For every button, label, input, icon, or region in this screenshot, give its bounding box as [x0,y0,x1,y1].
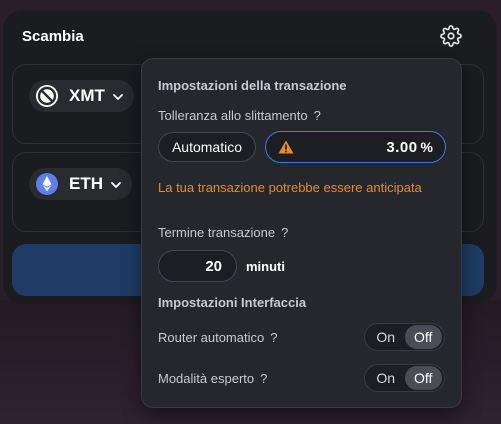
chevron-down-icon [110,178,122,190]
auto-router-toggle[interactable]: On Off [364,323,445,351]
expert-mode-row: Modalità esperto ? [158,371,267,386]
deadline-row: Termine transazione ? [158,225,288,240]
slippage-label: Tolleranza allo slittamento [158,108,308,123]
auto-router-label: Router automatico [158,330,265,345]
expert-mode-help-icon[interactable]: ? [260,371,267,386]
slippage-value: 3.00 [386,138,418,156]
slippage-unit: % [420,139,433,155]
deadline-input[interactable]: 20 [158,250,237,282]
transaction-settings-panel: Impostazioni della transazione Tolleranz… [141,58,462,408]
auto-router-row: Router automatico ? [158,330,277,345]
warning-triangle-icon [278,140,294,154]
slippage-input[interactable]: 3.00 % [265,131,446,163]
settings-title: Impostazioni della transazione [158,78,347,93]
from-token-label: XMT [69,86,105,105]
slippage-auto-button[interactable]: Automatico [158,132,256,162]
swap-title: Scambia [22,28,84,45]
gear-icon[interactable] [440,25,462,47]
chevron-down-icon [112,90,124,102]
expert-mode-label: Modalità esperto [158,371,255,386]
from-token-selector[interactable]: XMT [29,80,134,112]
deadline-help-icon[interactable]: ? [281,225,288,240]
auto-router-off[interactable]: Off [404,325,442,349]
auto-router-help-icon[interactable]: ? [270,330,277,345]
expert-mode-on[interactable]: On [367,366,405,390]
to-token-label: ETH [69,174,103,193]
deadline-unit: minuti [246,259,285,274]
to-token-selector[interactable]: ETH [29,168,132,200]
auto-router-on[interactable]: On [367,325,405,349]
expert-mode-off[interactable]: Off [404,366,442,390]
blocked-circle-icon [35,84,59,108]
ethereum-icon [35,172,59,196]
expert-mode-toggle[interactable]: On Off [364,364,445,392]
slippage-help-icon[interactable]: ? [314,108,321,123]
interface-settings-title: Impostazioni Interfaccia [158,295,307,310]
slippage-row: Tolleranza allo slittamento ? [158,108,321,123]
slippage-warning: La tua transazione potrebbe essere antic… [158,180,422,195]
deadline-label: Termine transazione [158,225,276,240]
